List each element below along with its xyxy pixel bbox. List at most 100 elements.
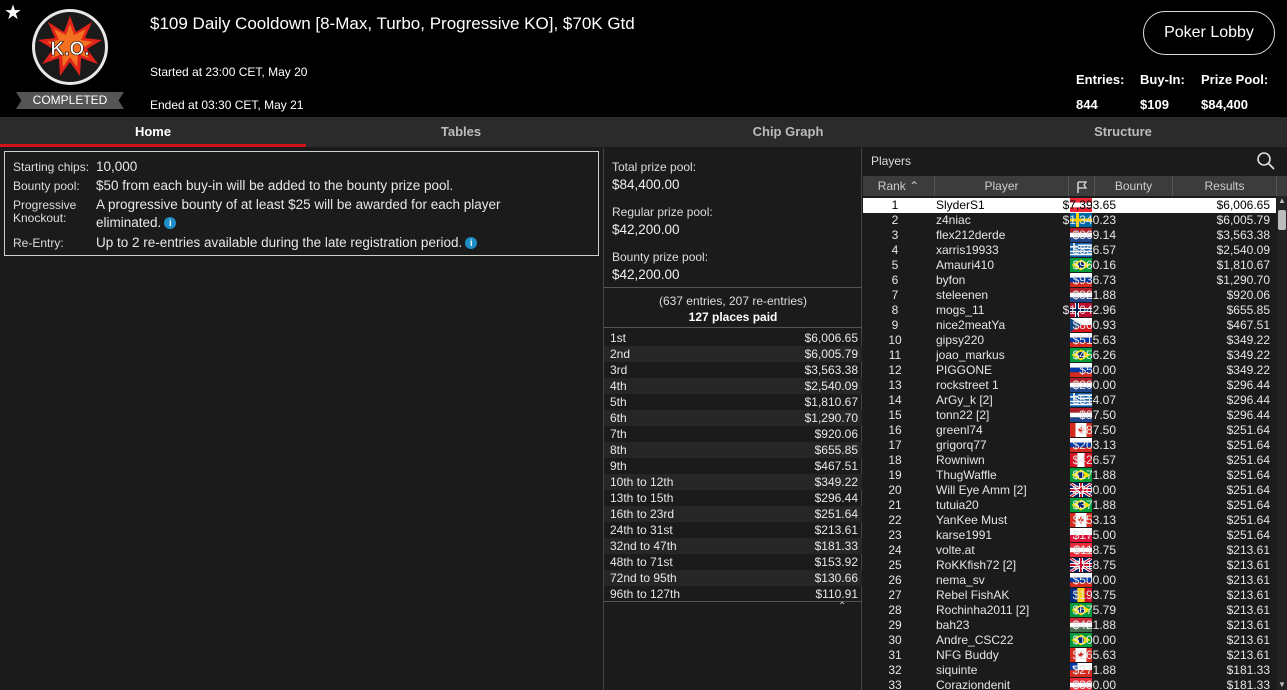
tournament-header: ★ K.O. COMPLETED $109 Daily Cooldown [8-… [0,0,1287,117]
player-rank: 7 [891,288,899,302]
search-icon[interactable] [1256,151,1276,171]
payout-amount: $251.64 [814,507,858,521]
tournament-window: { "header": { "title": "$109 Daily Coold… [0,0,1287,690]
player-row[interactable]: 14 ArGy_k [2] $514.07 $296.44 [863,393,1276,408]
player-result: $920.06 [1226,288,1270,302]
player-result: $213.61 [1226,603,1270,617]
player-row[interactable]: 1 SlyderS1 $7,393.65 $6,006.65 [863,198,1276,213]
player-result: $3,563.38 [1216,228,1270,242]
tournament-title: $109 Daily Cooldown [8-Max, Turbo, Progr… [150,14,635,33]
player-row[interactable]: 29 bah23 $421.88 $213.61 [863,618,1276,633]
knockout-logo: K.O. [30,6,110,88]
payout-row: 24th to 31st $213.61 [604,522,862,538]
player-row[interactable]: 9 nice2meatYa $860.93 $467.51 [863,318,1276,333]
payout-row: 1st $6,006.65 [604,330,862,346]
tab-home[interactable]: Home [0,117,306,147]
player-result: $6,006.65 [1216,198,1270,212]
player-row[interactable]: 27 Rebel FishAK $193.75 $213.61 [863,588,1276,603]
collapse-icon[interactable]: ⌃ [838,601,846,612]
scroll-down-icon[interactable]: ▼ [1278,680,1286,690]
player-result: $213.61 [1226,648,1270,662]
player-row[interactable]: 3 flex212derde $869.14 $3,563.38 [863,228,1276,243]
info-icon[interactable]: i [164,217,177,230]
player-result: $349.22 [1226,363,1270,377]
player-row[interactable]: 31 NFG Buddy $265.63 $213.61 [863,648,1276,663]
tab-tables[interactable]: Tables [308,117,614,147]
player-row[interactable]: 21 tutuia20 $371.88 $251.64 [863,498,1276,513]
player-row[interactable]: 28 Rochinha2011 [2] $675.79 $213.61 [863,603,1276,618]
status-badge: COMPLETED [16,92,124,109]
player-row[interactable]: 7 steleenen $321.88 $920.06 [863,288,1276,303]
player-rank: 11 [888,348,902,362]
entries-note: (637 entries, 207 re-entries) [658,294,808,308]
player-row[interactable]: 19 ThugWaffle $171.88 $251.64 [863,468,1276,483]
tab-chip-graph[interactable]: Chip Graph [635,117,941,147]
player-row[interactable]: 6 byfon $936.73 $1,290.70 [863,273,1276,288]
player-result: $251.64 [1226,453,1270,467]
scroll-thumb[interactable] [1278,210,1286,230]
player-bounty: $1,340.23 [1062,213,1116,227]
player-row[interactable]: 33 Coraziondenit $300.00 $181.33 [863,678,1276,690]
col-results-header[interactable]: Results [1173,176,1277,196]
player-rank: 20 [888,483,902,497]
payout-place: 72nd to 95th [610,571,677,585]
player-row[interactable]: 17 grigorq77 $203.13 $251.64 [863,438,1276,453]
player-row[interactable]: 32 siquinte ★ $271.88 $181.33 [863,663,1276,678]
players-scrollbar[interactable]: ▲ ▼ [1277,196,1287,690]
player-bounty: $960.16 [1072,258,1116,272]
payout-place: 3rd [610,363,628,377]
player-result: $467.51 [1226,318,1270,332]
player-rank: 18 [888,453,902,467]
divider [604,327,862,328]
player-row[interactable]: 23 karse1991 $175.00 $251.64 [863,528,1276,543]
logo-text: K.O. [50,39,89,60]
player-row[interactable]: 30 Andre_CSC22 $100.00 $213.61 [863,633,1276,648]
player-row[interactable]: 8 mogs_11 $1,042.96 $655.85 [863,303,1276,318]
scroll-up-icon[interactable]: ▲ [1278,196,1286,206]
player-row[interactable]: 25 RoKKfish72 [2] $118.75 $213.61 [863,556,1276,574]
prizepool-value: $84,400 [1201,97,1248,112]
player-row[interactable]: 26 nema_sv $500.00 $213.61 [863,573,1276,588]
player-row[interactable]: 18 Rowniwn $426.57 $251.64 [863,453,1276,468]
col-bounty-header[interactable]: Bounty [1095,176,1173,196]
player-result: $213.61 [1226,543,1270,557]
entries-label: Entries: [1076,72,1125,87]
player-row[interactable]: 22 YanKee Must $453.13 $251.64 [863,513,1276,528]
poker-lobby-button[interactable]: Poker Lobby [1143,11,1275,55]
player-rank: 29 [888,618,902,632]
payout-amount: $213.61 [814,523,858,537]
player-row[interactable]: 12 PIGGONE $50.00 $349.22 [863,363,1276,378]
players-panel: Players Rank ⌃ Player Bounty Results 1 Sl… [863,148,1287,690]
player-result: $296.44 [1226,378,1270,392]
col-player-header[interactable]: Player [935,176,1069,196]
player-row[interactable]: 13 rockstreet 1 $200.00 $296.44 [863,378,1276,393]
col-flag-header[interactable] [1069,176,1095,196]
player-result: $296.44 [1226,393,1270,407]
player-row[interactable]: 24 volte.at $118.75 $213.61 [863,543,1276,558]
favorite-star-icon[interactable]: ★ [4,2,22,24]
starting-chips-label: Starting chips: [13,160,90,174]
player-bounty: $50.00 [1079,363,1116,377]
col-rank-header[interactable]: Rank ⌃ [863,176,935,196]
player-rank: 5 [891,258,899,272]
info-icon[interactable]: i [465,237,478,250]
player-rank: 17 [888,438,902,452]
tab-structure[interactable]: Structure [970,117,1276,147]
player-row[interactable]: 20 Will Eye Amm [2] $200.00 $251.64 [863,481,1276,499]
player-row[interactable]: 10 gipsy220 $515.63 $349.22 [863,333,1276,348]
player-bounty: $271.88 [1072,663,1116,677]
player-row[interactable]: 16 greenl74 $87.50 $251.64 [863,423,1276,438]
entries-value: 844 [1076,97,1098,112]
player-row[interactable]: 4 xarris19933 $826.57 $2,540.09 [863,243,1276,258]
player-rank: 6 [891,273,899,287]
player-bounty: $100.00 [1072,633,1116,647]
player-row[interactable]: 2 z4niac $1,340.23 $6,005.79 [863,213,1276,228]
flag-icon [1076,181,1087,193]
player-row[interactable]: 11 joao_markus $456.26 $349.22 [863,348,1276,363]
player-row[interactable]: 5 Amauri410 $960.16 $1,810.67 [863,258,1276,273]
player-row[interactable]: 15 tonn22 [2] $87.50 $296.44 [863,408,1276,423]
payout-place: 4th [610,379,627,393]
player-result: $296.44 [1226,408,1270,422]
payout-place: 6th [610,411,627,425]
player-result: $181.33 [1226,678,1270,690]
